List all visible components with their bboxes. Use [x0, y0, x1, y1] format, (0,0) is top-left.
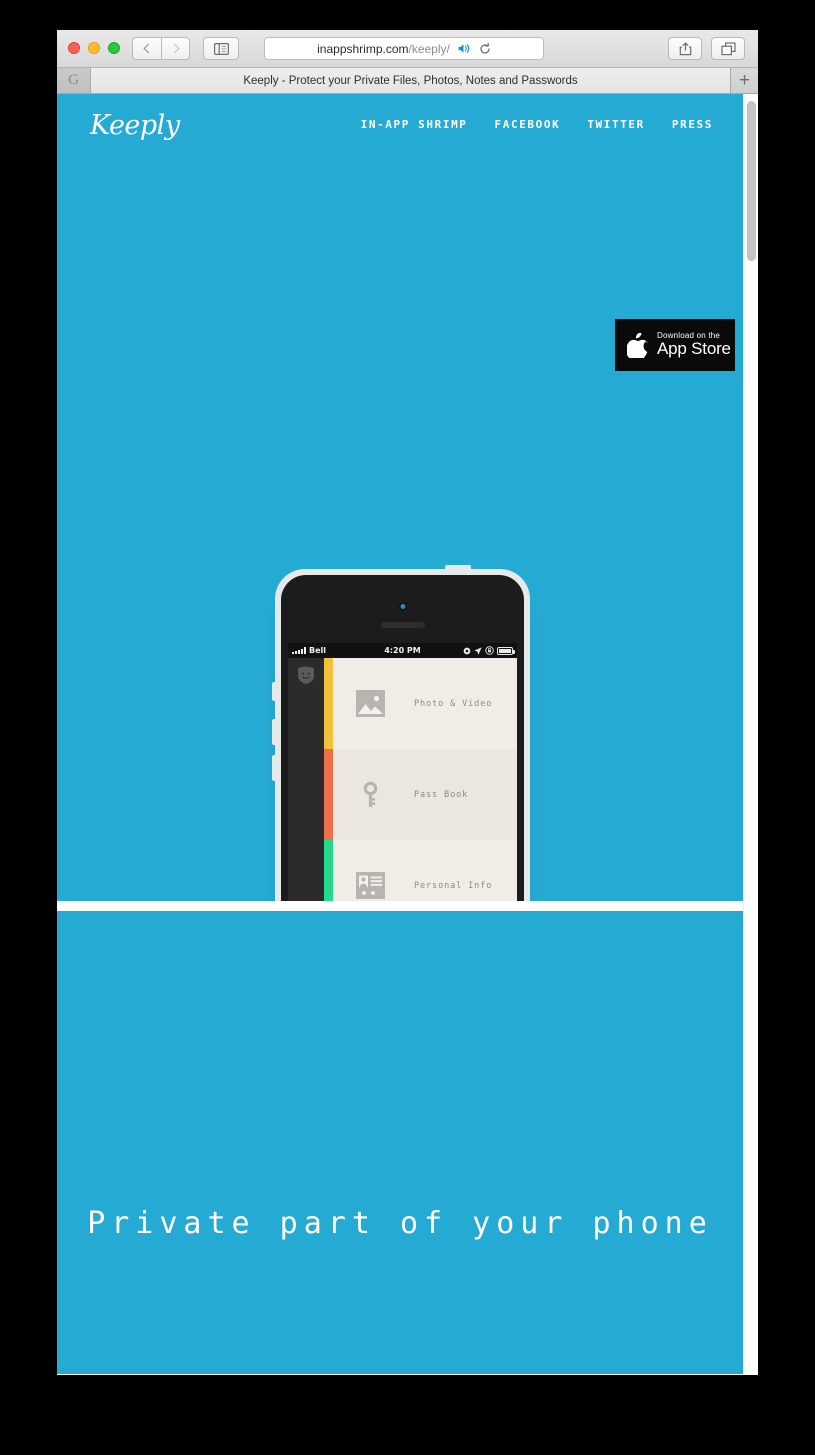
window-controls: [68, 42, 120, 54]
maximize-window-button[interactable]: [108, 42, 120, 54]
sidebar-toggle-button[interactable]: [203, 37, 239, 60]
row-label: Photo & Video: [414, 698, 493, 709]
row-content: Pass Book: [333, 749, 517, 840]
scrollbar-thumb[interactable]: [747, 101, 756, 261]
hero-section: Keeply IN-APP SHRIMP FACEBOOK TWITTER PR…: [57, 94, 743, 901]
app-store-badge-big-text: App Store: [657, 339, 731, 359]
nav-item-twitter[interactable]: TWITTER: [587, 118, 645, 131]
app-sidebar: [288, 658, 324, 901]
forward-button[interactable]: [161, 37, 190, 60]
site-header: Keeply IN-APP SHRIMP FACEBOOK TWITTER PR…: [57, 94, 743, 164]
back-button[interactable]: [132, 37, 161, 60]
web-page: Keeply IN-APP SHRIMP FACEBOOK TWITTER PR…: [57, 94, 743, 1374]
app-row-personal-info[interactable]: Personal Info: [324, 840, 517, 901]
mask-shield-icon[interactable]: [297, 666, 315, 685]
image-icon: [356, 690, 385, 717]
nav-item-in-app-shrimp[interactable]: IN-APP SHRIMP: [361, 118, 468, 131]
row-color-stripe: [324, 840, 333, 901]
key-icon: [363, 781, 378, 807]
rotation-lock-icon: [485, 646, 494, 655]
speaker-audio-icon[interactable]: [458, 43, 471, 54]
url-bar[interactable]: inappshrimp.com/keeply/: [264, 37, 544, 60]
page-headline: Private part of your phone: [87, 1206, 713, 1241]
phone-bezel: Bell 4:20 PM Photo & Video Pass Book Per…: [272, 565, 530, 901]
phone-power-button: [445, 565, 471, 570]
ios-status-bar: Bell 4:20 PM: [288, 643, 517, 658]
share-icon: [679, 42, 691, 55]
battery-icon: [497, 646, 515, 655]
tab-bar: G Keeply - Protect your Private Files, P…: [57, 68, 758, 94]
chevron-right-icon: [169, 43, 179, 54]
close-window-button[interactable]: [68, 42, 80, 54]
id-card-icon: [356, 872, 385, 899]
phone-earpiece-speaker: [380, 622, 425, 628]
tab-favorites[interactable]: G: [57, 68, 91, 93]
reload-icon[interactable]: [479, 42, 491, 55]
url-path: /keeply/: [408, 41, 450, 56]
nav-item-press[interactable]: PRESS: [672, 118, 713, 131]
sidebar-icon: [213, 42, 229, 55]
show-all-tabs-button[interactable]: [711, 37, 745, 60]
phone-mockup: Bell 4:20 PM Photo & Video Pass Book Per…: [272, 565, 530, 901]
row-color-stripe: [324, 658, 333, 749]
tab-active[interactable]: Keeply - Protect your Private Files, Pho…: [91, 68, 731, 93]
row-content: Personal Info: [333, 840, 517, 901]
app-row-pass-book[interactable]: Pass Book: [324, 749, 517, 840]
phone-volume-down-button: [272, 755, 276, 781]
settings-gear-icon: [463, 647, 471, 654]
url-domain: inappshrimp.com: [317, 41, 409, 56]
phone-volume-up-button: [272, 719, 276, 745]
app-content: Photo & Video Pass Book Personal Info: [288, 658, 517, 901]
url-text: inappshrimp.com/keeply/: [317, 42, 450, 56]
chevron-left-icon: [143, 43, 154, 54]
phone-screen: Bell 4:20 PM Photo & Video Pass Book Per…: [288, 643, 517, 901]
row-content: Photo & Video: [333, 658, 517, 749]
app-category-list: Photo & Video Pass Book Personal Info: [324, 658, 517, 901]
main-nav: IN-APP SHRIMP FACEBOOK TWITTER PRESS: [361, 118, 713, 131]
app-store-download-button[interactable]: Download on the App Store: [615, 319, 735, 371]
location-arrow-icon: [474, 646, 482, 655]
app-store-badge-text: Download on the App Store: [657, 331, 731, 359]
phone-front-camera: [400, 604, 405, 609]
tagline-section: Private part of your phone: [57, 911, 743, 1374]
app-row-photo-video[interactable]: Photo & Video: [324, 658, 517, 749]
new-tab-button[interactable]: +: [731, 68, 758, 93]
tabs-overview-icon: [720, 41, 736, 55]
browser-window: inappshrimp.com/keeply/ G Keeply - Prote…: [57, 30, 758, 1375]
row-label: Personal Info: [414, 880, 493, 891]
page-viewport: Keeply IN-APP SHRIMP FACEBOOK TWITTER PR…: [57, 94, 758, 1374]
site-logo[interactable]: Keeply: [90, 110, 180, 141]
share-button[interactable]: [668, 37, 702, 60]
apple-logo-icon: [627, 332, 648, 358]
status-bar-right: [463, 646, 515, 655]
browser-toolbar: inappshrimp.com/keeply/: [57, 30, 758, 68]
vertical-scrollbar[interactable]: [743, 94, 758, 1374]
row-color-stripe: [324, 749, 333, 840]
minimize-window-button[interactable]: [88, 42, 100, 54]
nav-item-facebook[interactable]: FACEBOOK: [495, 118, 561, 131]
phone-silent-switch: [272, 682, 276, 701]
section-divider: [57, 901, 743, 911]
row-label: Pass Book: [414, 789, 469, 800]
